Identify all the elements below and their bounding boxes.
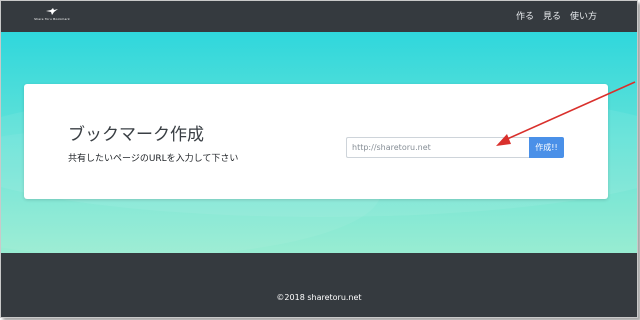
browser-frame: Share Toru Bookmark 作る 見る 使い方 ブックマーク作成 共… — [0, 0, 638, 318]
bookmark-card: ブックマーク作成 共有したいページのURLを入力して下さい 作成!! — [24, 84, 608, 199]
page-subtitle: 共有したいページのURLを入力して下さい — [68, 154, 239, 164]
logo-text: Share Toru Bookmark — [34, 17, 70, 21]
nav-link-view[interactable]: 見る — [543, 9, 561, 22]
nav-link-create[interactable]: 作る — [516, 9, 534, 22]
bird-icon — [46, 8, 58, 15]
footer: ©2018 sharetoru.net — [1, 253, 637, 317]
nav-link-howto[interactable]: 使い方 — [570, 9, 597, 22]
navbar: Share Toru Bookmark 作る 見る 使い方 — [1, 1, 637, 32]
create-button[interactable]: 作成!! — [529, 137, 564, 158]
page-title: ブックマーク作成 — [68, 125, 204, 145]
site-logo[interactable]: Share Toru Bookmark — [27, 8, 77, 24]
url-input[interactable] — [346, 137, 529, 158]
nav-links: 作る 見る 使い方 — [516, 9, 597, 22]
hero-section: ブックマーク作成 共有したいページのURLを入力して下さい 作成!! — [1, 32, 637, 253]
copyright-text: ©2018 sharetoru.net — [276, 293, 362, 302]
